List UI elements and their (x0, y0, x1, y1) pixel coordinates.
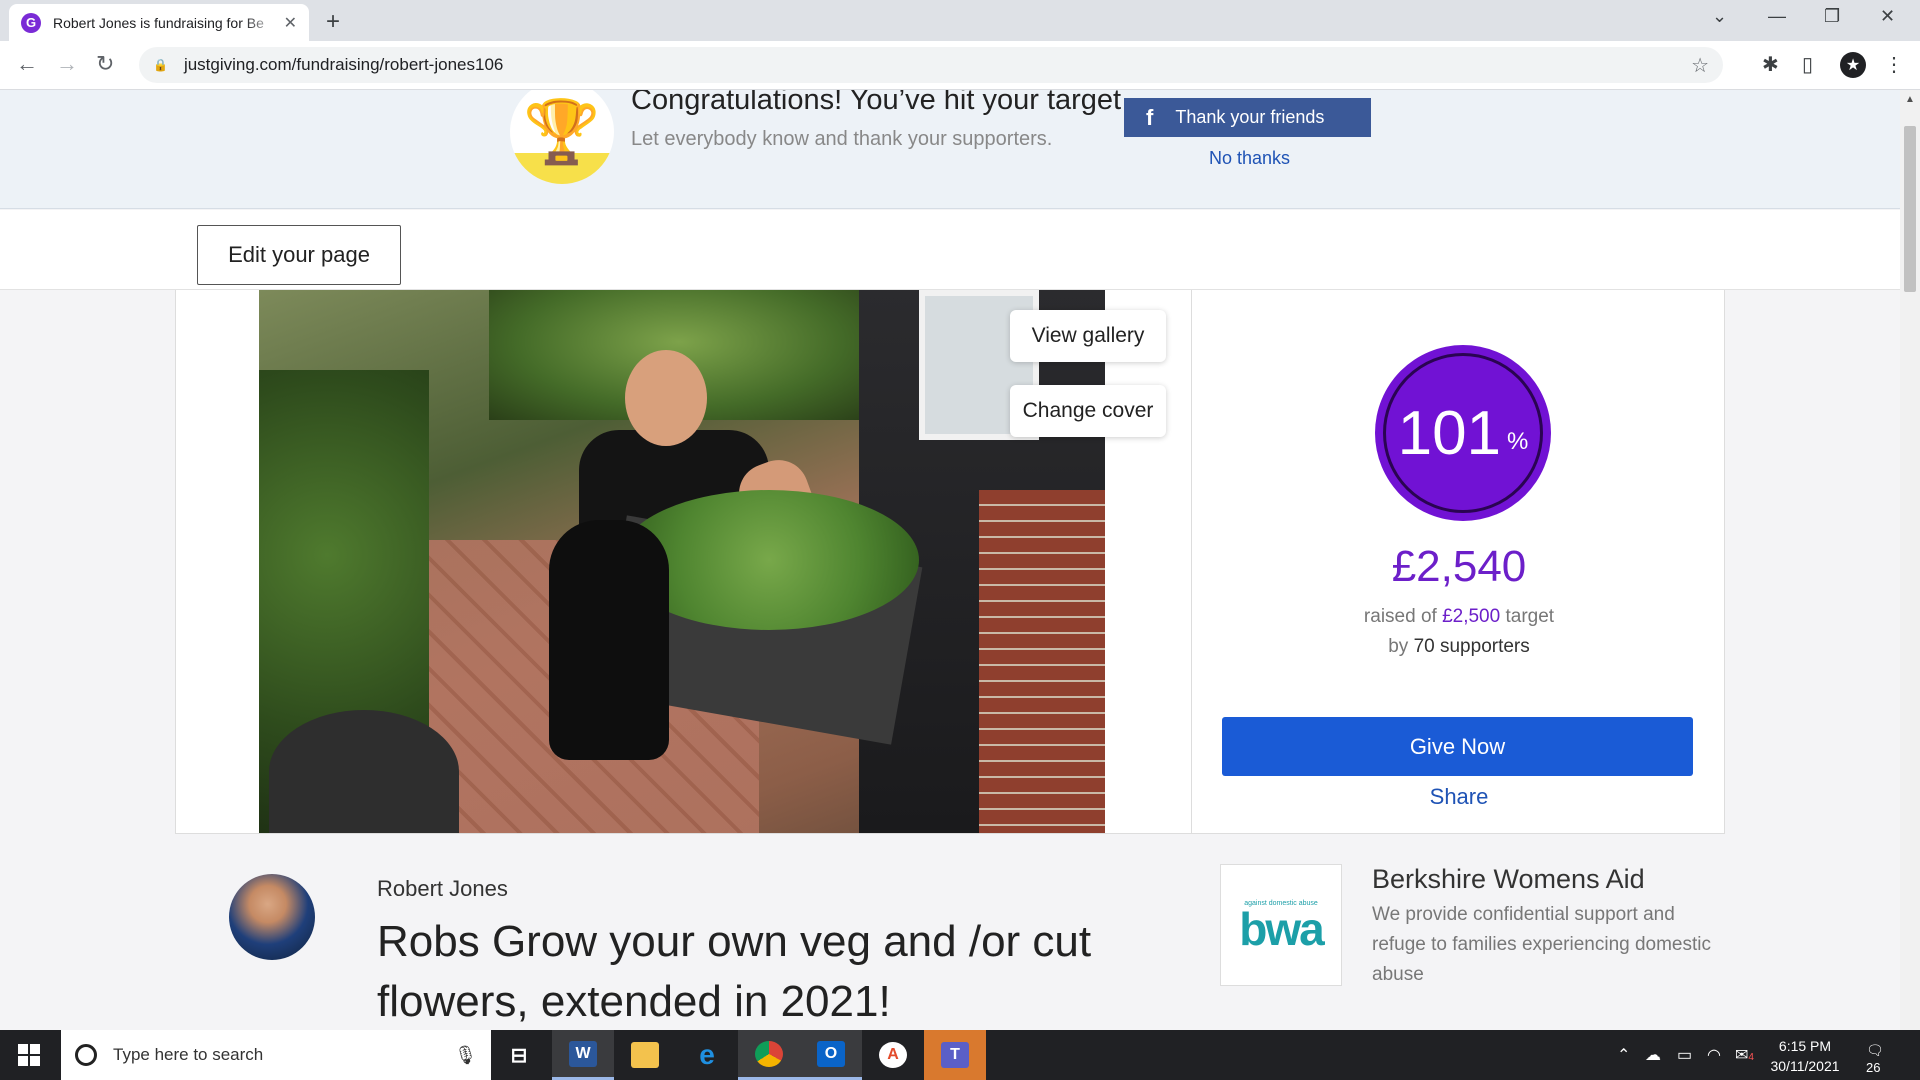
scrollbar-thumb[interactable] (1904, 126, 1916, 292)
minimize-icon[interactable]: — (1768, 6, 1786, 27)
outlook-app-icon[interactable]: O (800, 1030, 862, 1080)
windows-start-icon[interactable] (18, 1044, 40, 1066)
restore-icon[interactable]: ❐ (1824, 6, 1840, 27)
fundraiser-name: Robert Jones (377, 876, 508, 901)
percent-value: 101 (1397, 398, 1502, 468)
lock-icon[interactable]: 🔒 (153, 58, 168, 72)
fundraiser-details: Robert Jones Robs Grow your own veg and … (0, 834, 1900, 1030)
windows-taskbar: Type here to search 🎙 ⊟ W e O A T ⌃ ☁ ▭ … (0, 1030, 1920, 1080)
new-tab-icon[interactable]: + (326, 8, 340, 36)
charity-description: We provide confidential support and refu… (1372, 904, 1712, 985)
charity-logo[interactable]: against domestic abuse bwa (1220, 864, 1342, 986)
view-gallery-button[interactable]: View gallery (1010, 310, 1166, 362)
share-link[interactable]: Share (1192, 784, 1726, 810)
tab-close-icon[interactable]: ✕ (284, 13, 297, 33)
notifications-icon[interactable]: 🗨26 (1866, 1042, 1896, 1075)
window-close-icon[interactable]: ✕ (1880, 6, 1895, 27)
menu-kebab-icon[interactable]: ⋮ (1884, 52, 1904, 77)
address-bar[interactable]: 🔒 justgiving.com/fundraising/robert-jone… (139, 47, 1723, 83)
tab-title: Robert Jones is fundraising for Be (53, 14, 264, 31)
side-panel-icon[interactable]: ▯ (1802, 52, 1813, 77)
cover-photo (259, 290, 1105, 833)
word-app-icon[interactable]: W (552, 1030, 614, 1080)
target-hit-banner: 🏆 Congratulations! You’ve hit your targe… (0, 90, 1900, 209)
wifi-icon[interactable]: ◠ (1707, 1045, 1721, 1065)
raised-of-label: raised of (1363, 606, 1437, 627)
bookmark-star-icon[interactable]: ☆ (1691, 53, 1709, 78)
forward-icon[interactable]: → (56, 51, 78, 77)
scroll-up-icon[interactable]: ▲ (1905, 94, 1915, 105)
onedrive-icon[interactable]: ☁ (1645, 1045, 1661, 1065)
taskbar-search-box[interactable]: Type here to search 🎙 (61, 1030, 491, 1080)
fundraiser-avatar (229, 874, 315, 960)
mail-badge-icon[interactable]: ✉4 (1735, 1045, 1754, 1065)
tab-search-chevron-icon[interactable]: ⌄ (1712, 6, 1727, 27)
justgiving-favicon-icon: G (21, 12, 41, 33)
amount-raised: £2,540 (1391, 542, 1527, 591)
no-thanks-link[interactable]: No thanks (1209, 148, 1290, 169)
facebook-icon: f (1146, 104, 1154, 130)
banner-heading: Congratulations! You’ve hit your target (631, 90, 1122, 116)
banner-subtext: Let everybody know and thank your suppor… (631, 128, 1053, 150)
change-cover-button[interactable]: Change cover (1010, 385, 1166, 437)
url-text: justgiving.com/fundraising/robert-jones1… (183, 55, 504, 74)
taskbar-search-placeholder: Type here to search (113, 1045, 264, 1064)
teams-app-icon[interactable]: T (924, 1030, 986, 1080)
reload-icon[interactable]: ↻ (96, 51, 114, 77)
give-now-button[interactable]: Give Now (1222, 717, 1693, 776)
cortana-icon (75, 1044, 97, 1066)
task-view-icon[interactable]: ⊟ (488, 1030, 550, 1080)
chrome-app-icon[interactable] (738, 1030, 800, 1080)
percent-sign: % (1507, 428, 1529, 455)
edit-bar: Edit your page (0, 210, 1900, 290)
acrobat-app-icon[interactable]: A (862, 1030, 924, 1080)
fundraiser-title: Robs Grow your own veg and /or cut flowe… (377, 917, 1092, 1026)
edge-browser-icon[interactable]: e (676, 1030, 738, 1080)
notification-count: 26 (1866, 1060, 1881, 1075)
back-icon[interactable]: ← (16, 51, 38, 77)
battery-icon[interactable]: ▭ (1677, 1045, 1692, 1065)
microphone-icon[interactable]: 🎙 (454, 1045, 477, 1066)
fb-button-label: Thank your friends (1175, 107, 1325, 127)
target-label: target (1505, 606, 1555, 627)
page-scrollbar[interactable]: ▲ (1900, 90, 1920, 1030)
browser-tabstrip: G Robert Jones is fundraising for Be ✕ +… (0, 0, 1920, 41)
supporters-line: by 70 supporters (1192, 636, 1726, 658)
thank-friends-facebook-button[interactable]: f Thank your friends (1124, 98, 1371, 137)
profile-avatar-icon[interactable]: ★ (1840, 52, 1866, 78)
progress-ring: 101 % (1375, 345, 1551, 521)
browser-toolbar: ← → ↻ 🔒 justgiving.com/fundraising/rober… (0, 41, 1920, 90)
clock-date: 30/11/2021 (1770, 1058, 1840, 1074)
target-amount: £2,500 (1442, 606, 1501, 627)
edit-page-button[interactable]: Edit your page (197, 225, 401, 285)
charity-logo-text: bwa (1239, 902, 1324, 955)
show-hidden-icons-icon[interactable]: ⌃ (1617, 1045, 1630, 1065)
charity-name[interactable]: Berkshire Womens Aid (1372, 864, 1645, 895)
trophy-icon: 🏆 (510, 90, 614, 184)
browser-tab[interactable]: G Robert Jones is fundraising for Be ✕ (9, 4, 309, 41)
page-viewport: 🏆 Congratulations! You’ve hit your targe… (0, 90, 1900, 1030)
file-explorer-icon[interactable] (614, 1030, 676, 1080)
by-label: by (1388, 636, 1409, 657)
system-clock[interactable]: 6:15 PM 30/11/2021 (1760, 1036, 1850, 1076)
supporters-count: 70 supporters (1413, 636, 1530, 657)
mail-badge-count: 4 (1748, 1052, 1754, 1063)
clock-time: 6:15 PM (1778, 1038, 1832, 1054)
extensions-icon[interactable]: ✱ (1762, 52, 1779, 77)
target-line: raised of £2,500 target (1192, 606, 1726, 628)
